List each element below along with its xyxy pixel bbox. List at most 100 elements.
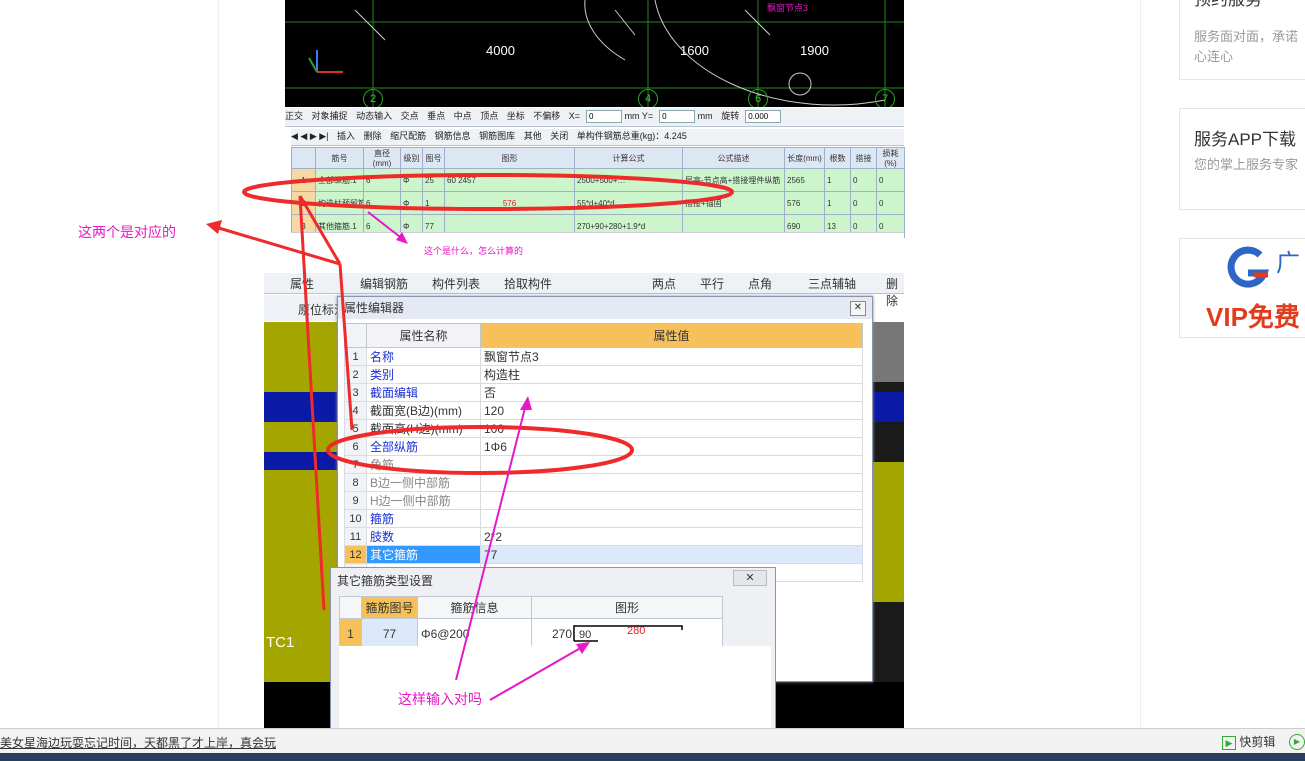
table-row[interactable]: 1 77 Φ6@200 270 90 280 xyxy=(339,618,723,650)
property-value[interactable]: 100 xyxy=(480,419,863,438)
y-input[interactable] xyxy=(659,110,696,124)
property-row-selected[interactable]: 12 其它箍筋 77 xyxy=(344,545,863,564)
component-list-button[interactable]: 构件列表 xyxy=(432,275,480,292)
stirrup-shape[interactable]: 270 90 280 xyxy=(531,618,723,650)
property-value[interactable]: 飘窗节点3 xyxy=(480,347,863,366)
perpendicular-snap[interactable]: 垂点 xyxy=(427,108,445,125)
property-row[interactable]: 3 截面编辑否 xyxy=(344,383,863,402)
cad-plan-view-top[interactable]: 4000 1600 1900 2 4 6 7 飘窗节点3 xyxy=(285,0,904,107)
property-row[interactable]: 5 截面高(H边)(mm) 100 xyxy=(344,419,863,438)
property-value[interactable]: 1Φ6 xyxy=(480,437,863,456)
property-name: 箍筋 xyxy=(366,509,481,528)
cell[interactable]: Φ xyxy=(400,168,423,192)
rebar-table-header: 筋号 直径(mm) 级别 图号 图形 计算公式 公式描述 长度(mm) 根数 搭… xyxy=(291,147,905,169)
app-download-card[interactable]: 服务APP下载 您的掌上服务专家 xyxy=(1179,108,1305,210)
cell[interactable]: 2500+500+… xyxy=(574,168,683,192)
close-button[interactable]: 关闭 xyxy=(550,129,568,144)
table-row[interactable]: 1 全部纵筋.1 6 Φ 25 60 2457 2500+500+… 层高-节点… xyxy=(291,168,905,192)
cell[interactable]: 576 xyxy=(784,191,825,215)
property-row[interactable]: 8 B边一侧中部筋 xyxy=(344,473,863,492)
two-point-button[interactable]: 两点 xyxy=(652,275,676,292)
x-input[interactable] xyxy=(586,110,623,124)
property-value[interactable] xyxy=(480,509,863,528)
property-name: 角筋 xyxy=(366,455,481,474)
cell[interactable]: 构造柱预留筋.1 xyxy=(315,191,364,215)
cell[interactable]: 1 xyxy=(824,191,851,215)
delete-axis-button[interactable]: 删除 xyxy=(886,275,904,309)
property-row[interactable]: 6 全部纵筋 1Φ6 xyxy=(344,437,863,456)
nav-arrows-icon[interactable]: ◀ ◀ ▶ ▶| xyxy=(291,129,329,144)
cell[interactable]: 60 2457 xyxy=(444,168,575,192)
other-button[interactable]: 其他 xyxy=(524,129,542,144)
vertex-snap[interactable]: 顶点 xyxy=(480,108,498,125)
cell[interactable]: 1 xyxy=(824,168,851,192)
cell[interactable]: 全部纵筋.1 xyxy=(315,168,364,192)
property-row[interactable]: 1 名称 飘窗节点3 xyxy=(344,347,863,366)
object-snap-toggle[interactable]: 对象捕捉 xyxy=(312,108,348,125)
cell[interactable]: 搭接+锚固 xyxy=(682,191,785,215)
edit-rebar-button[interactable]: 编辑钢筋 xyxy=(360,275,408,292)
property-value[interactable]: 120 xyxy=(480,401,863,420)
cell[interactable]: 1 xyxy=(422,191,445,215)
cell[interactable]: 576 xyxy=(444,191,575,215)
property-row[interactable]: 10 箍筋 xyxy=(344,509,863,528)
rebar-library-button[interactable]: 钢筋图库 xyxy=(479,129,515,144)
cell[interactable]: 2565 xyxy=(784,168,825,192)
property-value[interactable]: 77 xyxy=(480,545,863,564)
ortho-toggle[interactable]: 正交 xyxy=(285,108,303,125)
properties-button[interactable]: 属性 xyxy=(290,275,314,292)
property-value[interactable]: 构造柱 xyxy=(480,365,863,384)
rotate-input[interactable] xyxy=(745,110,782,124)
dynamic-input-toggle[interactable]: 动态输入 xyxy=(356,108,392,125)
three-point-axis-button[interactable]: 三点辅轴 xyxy=(808,275,856,292)
property-row[interactable]: 4 截面宽(B边)(mm) 120 xyxy=(344,401,863,420)
intersection-snap[interactable]: 交点 xyxy=(401,108,419,125)
vip-ad-banner[interactable]: 广 VIP免费 xyxy=(1179,238,1305,338)
cell[interactable]: 0 xyxy=(850,191,877,215)
property-value[interactable] xyxy=(480,491,863,510)
stirrup-info[interactable]: Φ6@200 xyxy=(417,618,532,650)
pick-component-button[interactable]: 拾取构件 xyxy=(504,275,552,292)
property-value[interactable]: 2*2 xyxy=(480,527,863,546)
property-row[interactable]: 9 H边一侧中部筋 xyxy=(344,491,863,510)
snap-toolbar: 正交 对象捕捉 动态输入 交点 垂点 中点 顶点 坐标 不偏移 X= mm Y=… xyxy=(285,108,904,127)
cell[interactable]: 0 xyxy=(850,168,877,192)
appointment-card[interactable]: 预约服务 服务面对面，承诺心连心 xyxy=(1179,0,1305,80)
news-link[interactable]: 美女星海边玩耍忘记时间，天都黑了才上岸，真会玩 xyxy=(0,734,276,751)
close-icon[interactable]: ✕ xyxy=(850,301,866,316)
delete-button[interactable]: 删除 xyxy=(364,129,382,144)
cell[interactable]: 层高-节点高+搭接埋件纵筋 xyxy=(682,168,785,192)
table-row[interactable]: 2 构造柱预留筋.1 6 Φ 1 576 55*d+40*d 搭接+锚固 576… xyxy=(291,191,905,215)
annotation-text: 这个是什么，怎么计算的 xyxy=(424,246,524,256)
scale-rebar-button[interactable]: 缩尺配筋 xyxy=(390,129,426,144)
stirrup-code[interactable]: 77 xyxy=(361,618,418,650)
property-value[interactable]: 否 xyxy=(480,383,863,402)
property-row[interactable]: 7 角筋 xyxy=(344,455,863,474)
property-value[interactable] xyxy=(480,473,863,492)
coordinate-snap[interactable]: 坐标 xyxy=(507,108,525,125)
point-angle-button[interactable]: 点角 xyxy=(748,275,772,292)
rebar-info-button[interactable]: 钢筋信息 xyxy=(435,129,471,144)
shape-value[interactable]: 90 xyxy=(579,629,591,641)
property-row[interactable]: 2 类别 构造柱 xyxy=(344,365,863,384)
cell[interactable]: 0 xyxy=(876,191,905,215)
quick-clip-button[interactable]: ▶ 快剪辑 xyxy=(1222,733,1275,750)
property-row[interactable]: 11 肢数 2*2 xyxy=(344,527,863,546)
col-header-name: 属性名称 xyxy=(366,323,481,348)
dialog-titlebar[interactable]: 属性编辑器 ✕ xyxy=(338,297,872,319)
close-icon[interactable]: ✕ xyxy=(733,570,767,586)
insert-button[interactable]: 插入 xyxy=(337,129,355,144)
cell[interactable]: 6 xyxy=(363,191,401,215)
property-value[interactable] xyxy=(480,455,863,474)
cell[interactable]: 0 xyxy=(876,168,905,192)
cell[interactable]: 55*d+40*d xyxy=(574,191,683,215)
midpoint-snap[interactable]: 中点 xyxy=(454,108,472,125)
cell[interactable]: Φ xyxy=(400,191,423,215)
parallel-button[interactable]: 平行 xyxy=(700,275,724,292)
shape-value[interactable]: 280 xyxy=(627,625,645,637)
offset-select[interactable]: 不偏移 xyxy=(533,108,560,125)
cell[interactable]: 6 xyxy=(363,168,401,192)
shape-value[interactable]: 270 xyxy=(552,627,572,641)
play-icon[interactable]: ▶ xyxy=(1289,734,1305,750)
cell[interactable]: 25 xyxy=(422,168,445,192)
